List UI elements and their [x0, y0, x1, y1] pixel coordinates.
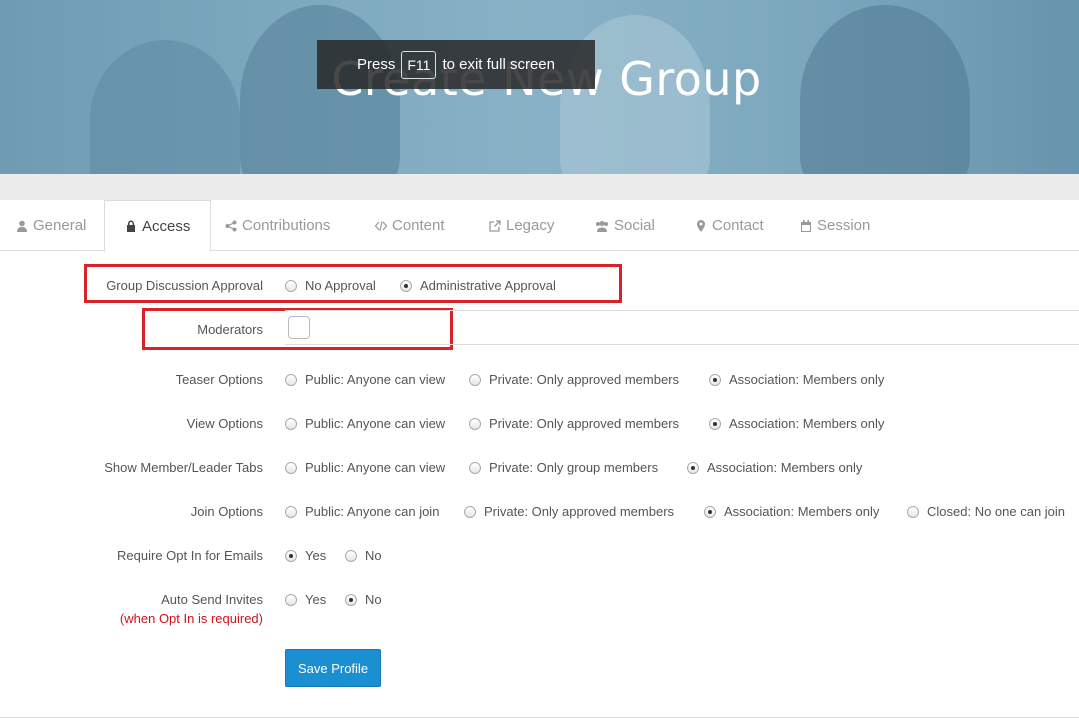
tab-contact[interactable]: Contact — [695, 200, 764, 251]
member-tabs-label: Show Member/Leader Tabs — [104, 460, 263, 475]
auto-invites-no-radio[interactable]: No — [345, 592, 382, 607]
member-tabs-private-radio[interactable]: Private: Only group members — [469, 460, 658, 475]
administrative-approval-radio[interactable]: Administrative Approval — [400, 278, 556, 293]
lock-icon — [127, 220, 135, 232]
moderators-input[interactable] — [288, 316, 310, 339]
map-marker-icon — [697, 219, 705, 232]
opt-in-yes-radio[interactable]: Yes — [285, 548, 326, 563]
opt-in-note: (when Opt In is required) — [119, 611, 263, 626]
auto-invites-yes-radio[interactable]: Yes — [285, 592, 326, 607]
users-icon — [596, 220, 608, 232]
teaser-options-label: Teaser Options — [175, 372, 263, 387]
tab-content[interactable]: Content — [375, 200, 445, 251]
teaser-association-radio[interactable]: Association: Members only — [709, 372, 884, 387]
view-association-radio[interactable]: Association: Members only — [709, 416, 884, 431]
join-closed-radio[interactable]: Closed: No one can join — [907, 504, 1065, 519]
tab-bar: General Access Contributions Content Leg… — [0, 200, 1079, 252]
join-association-radio[interactable]: Association: Members only — [704, 504, 879, 519]
member-tabs-association-radio[interactable]: Association: Members only — [687, 460, 862, 475]
no-approval-radio[interactable]: No Approval — [285, 278, 376, 293]
tab-general[interactable]: General — [16, 200, 86, 251]
view-options-label: View Options — [186, 416, 263, 431]
join-private-radio[interactable]: Private: Only approved members — [464, 504, 674, 519]
join-options-label: Join Options — [190, 504, 263, 519]
tab-session[interactable]: Session — [800, 200, 870, 251]
divider-strip — [0, 174, 1079, 200]
tab-contributions[interactable]: Contributions — [225, 200, 330, 251]
header-banner: Create New Group Press F11 to exit full … — [0, 0, 1079, 174]
teaser-public-radio[interactable]: Public: Anyone can view — [285, 372, 445, 387]
opt-in-no-radio[interactable]: No — [345, 548, 382, 563]
opt-in-label: Require Opt In for Emails — [117, 548, 263, 563]
tab-social[interactable]: Social — [595, 200, 655, 251]
auto-invites-label: Auto Send Invites — [161, 592, 263, 607]
view-public-radio[interactable]: Public: Anyone can view — [285, 416, 445, 431]
external-link-icon — [489, 219, 501, 232]
member-tabs-public-radio[interactable]: Public: Anyone can view — [285, 460, 445, 475]
tab-access[interactable]: Access — [104, 200, 212, 252]
save-profile-button[interactable]: Save Profile — [285, 649, 381, 687]
moderators-label: Moderators — [197, 322, 263, 337]
share-icon — [225, 220, 237, 231]
view-private-radio[interactable]: Private: Only approved members — [469, 416, 679, 431]
calendar-icon — [801, 219, 811, 232]
code-icon — [375, 220, 387, 231]
user-icon — [17, 220, 27, 232]
tab-legacy[interactable]: Legacy — [489, 200, 554, 251]
fullscreen-notice: Press F11 to exit full screen — [317, 40, 595, 89]
teaser-private-radio[interactable]: Private: Only approved members — [469, 372, 679, 387]
f11-key: F11 — [401, 50, 437, 79]
discussion-approval-label: Group Discussion Approval — [106, 278, 263, 293]
join-public-radio[interactable]: Public: Anyone can join — [285, 504, 439, 519]
